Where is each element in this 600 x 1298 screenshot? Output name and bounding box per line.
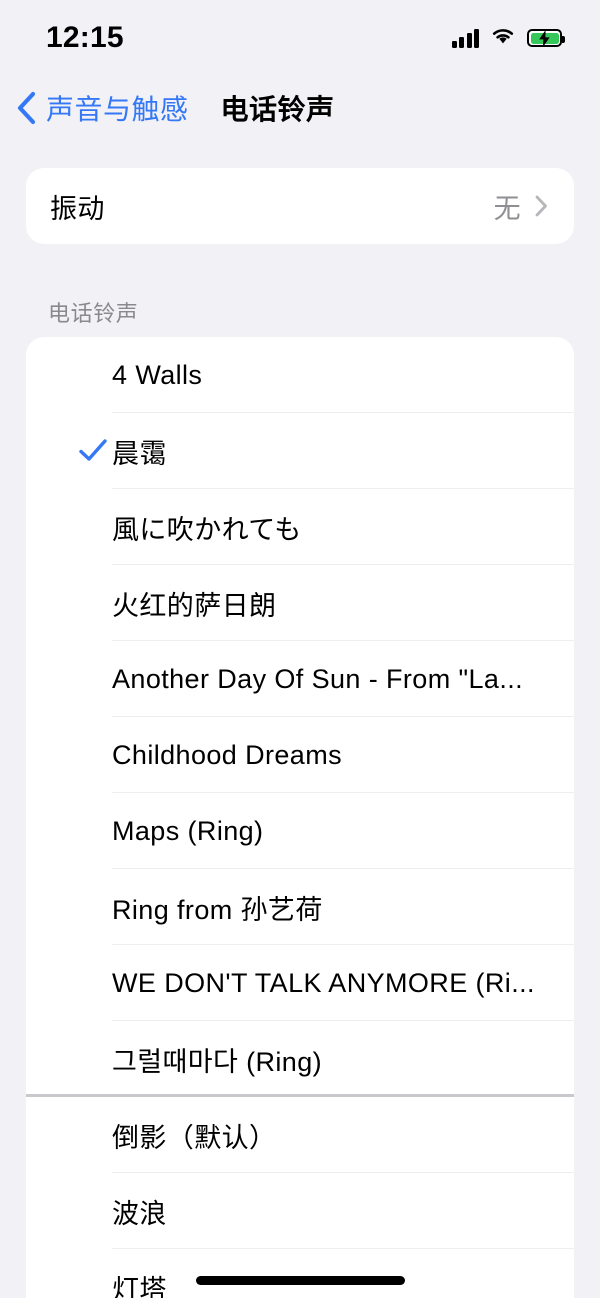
section-header-ringtone: 电话铃声 (48, 301, 139, 326)
ringtone-label: Ring from 孙艺荷 (112, 894, 323, 925)
chevron-right-icon (535, 195, 548, 217)
navigation-bar: 声音与触感 电话铃声 (0, 72, 600, 144)
ringtone-label: 波浪 (112, 1198, 167, 1229)
ringtone-row[interactable]: 風に吹かれても (26, 489, 574, 565)
ringtone-row[interactable]: Another Day Of Sun - From "La... (26, 641, 574, 717)
ringtone-row[interactable]: 그럴때마다 (Ring) (26, 1021, 574, 1097)
ringtone-list-card: 4 Walls 晨霭風に吹かれても 火红的萨日朗 Another Day Of Sun… (26, 337, 574, 1298)
ringtone-label: WE DON'T TALK ANYMORE (Ri... (112, 967, 535, 998)
checkmark-icon (78, 436, 108, 466)
ringtone-label: Childhood Dreams (112, 739, 343, 770)
status-time: 12:15 (46, 21, 124, 54)
ringtone-row[interactable]: 4 Walls (26, 337, 574, 413)
ringtone-label: 晨霭 (112, 438, 167, 469)
ringtone-row[interactable]: Maps (Ring) (26, 793, 574, 869)
ringtone-label: Another Day Of Sun - From "La... (112, 663, 524, 694)
ringtone-row[interactable]: 晨霭 (26, 413, 574, 489)
ringtone-label: 火红的萨日朗 (112, 590, 277, 621)
ringtone-row[interactable]: 灯塔 (26, 1249, 574, 1298)
vibration-card: 振动 无 (26, 168, 574, 244)
ringtone-label: 風に吹かれても (112, 514, 302, 545)
ringtone-label: 倒影（默认） (112, 1122, 277, 1153)
status-icons (451, 22, 565, 50)
ringtone-label: 그럴때마다 (Ring) (112, 1046, 323, 1077)
ringtone-row[interactable]: Childhood Dreams (26, 717, 574, 793)
vibration-label: 振动 (50, 193, 105, 224)
status-bar: 12:15 (0, 0, 600, 72)
ringtone-label: 4 Walls (112, 359, 203, 390)
ringtone-row[interactable]: 波浪 (26, 1173, 574, 1249)
ringtone-row[interactable]: WE DON'T TALK ANYMORE (Ri... (26, 945, 574, 1021)
battery-charging-icon (527, 29, 565, 47)
ringtone-row[interactable]: 倒影（默认） (26, 1097, 574, 1173)
back-button-label: 声音与触感 (46, 94, 189, 125)
home-indicator (196, 1276, 405, 1285)
ringtone-row[interactable]: Ring from 孙艺荷 (26, 869, 574, 945)
cellular-signal-icon (451, 28, 479, 48)
wifi-icon (490, 26, 516, 50)
vibration-row[interactable]: 振动 无 (26, 168, 574, 244)
ringtone-label: Maps (Ring) (112, 815, 264, 846)
back-button[interactable]: 声音与触感 (16, 88, 189, 128)
ringtone-label: 灯塔 (112, 1274, 167, 1298)
page-title: 电话铃声 (220, 94, 335, 125)
vibration-value-group: 无 (494, 187, 548, 226)
ringtone-row[interactable]: 火红的萨日朗 (26, 565, 574, 641)
chevron-left-icon (16, 91, 36, 125)
vibration-value: 无 (493, 193, 521, 224)
